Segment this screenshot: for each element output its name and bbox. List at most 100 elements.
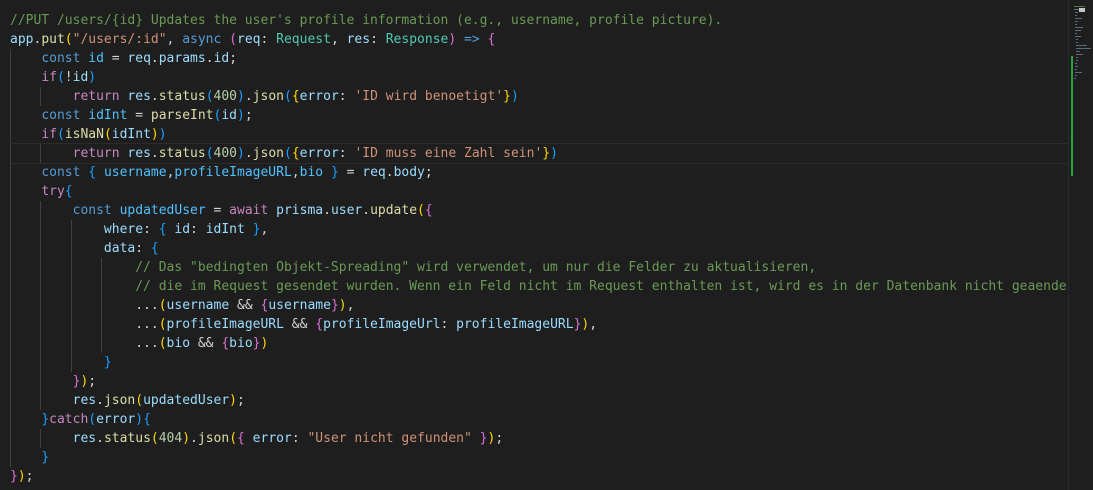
indent-guide [10,277,11,296]
code-token: = [127,108,151,123]
indent-guide [10,125,11,144]
code-token: username [166,298,230,313]
code-token: ! [64,70,73,85]
code-line[interactable]: // die im Request gesendet wurden. Wenn … [10,277,1068,296]
code-token: ... [10,336,159,351]
minimap-line [1076,51,1080,52]
code-token: . [190,431,198,446]
minimap-slider-mark[interactable] [1079,8,1085,12]
code-token: 400 [213,146,238,161]
code-line[interactable]: res.status(404).json({ error: "User nich… [10,429,1068,448]
code-token: Response [385,32,449,47]
code-token: . [362,203,371,218]
code-line[interactable]: if(isNaN(idInt)) [10,125,1068,144]
code-token: req [362,165,386,180]
code-token: body [393,165,425,180]
code-token: return [72,146,120,161]
code-line[interactable]: const id = req.params.id; [10,49,1068,68]
code-token: updatedUser [119,203,206,218]
minimap-line [1076,45,1087,46]
code-line[interactable]: const updatedUser = await prisma.user.up… [10,201,1068,220]
code-token: 404 [158,431,183,446]
code-line[interactable]: }catch(error){ [10,410,1068,429]
code-line[interactable]: data: { [10,239,1068,258]
minimap[interactable] [1068,0,1093,490]
code-token: ) [237,108,245,123]
code-line[interactable]: ...(bio && {bio}) [10,334,1068,353]
code-token: ( [158,336,167,351]
code-line[interactable]: const idInt = parseInt(id); [10,106,1068,125]
code-token: id [221,108,238,123]
indent-guide [101,334,103,353]
code-token: ... [10,298,159,313]
code-token: : [291,431,308,446]
code-token: 400 [213,89,238,104]
code-token: , [260,222,269,237]
code-line[interactable]: if(!id) [10,68,1068,87]
code-line[interactable]: app.put("/users/:id", async (req: Reques… [10,30,1068,49]
code-token: json [197,431,230,446]
code-token: params [158,51,206,66]
code-token: "User nicht gefunden" [307,431,472,446]
code-token: profileImageUrl [323,317,441,332]
code-editor[interactable]: //PUT /users/{id} Updates the user's pro… [0,0,1093,490]
code-token: ) [237,89,245,104]
code-token: } [10,469,18,484]
code-token: ) [158,127,167,142]
code-line[interactable]: } [10,448,1068,467]
code-token: ( [158,298,167,313]
minimap-line [1074,21,1078,22]
code-token: . [150,146,159,161]
code-line[interactable]: }); [10,372,1068,391]
code-line[interactable]: res.json(updatedUser); [10,391,1068,410]
code-token: update [370,203,418,218]
code-line[interactable]: where: { id: idInt }, [10,220,1068,239]
code-token: const [41,165,81,180]
code-line[interactable]: ...(profileImageURL && {profileImageUrl:… [10,315,1068,334]
code-area[interactable]: //PUT /users/{id} Updates the user's pro… [10,11,1068,486]
code-line[interactable]: } [10,353,1068,372]
code-token: status [103,431,151,446]
code-token: } [542,146,551,161]
code-line[interactable]: ...(username && {username}), [10,296,1068,315]
code-token: ( [283,89,292,104]
code-token: } [330,298,339,313]
code-token: error [96,412,136,427]
code-token: id [213,51,230,66]
code-line[interactable]: //PUT /users/{id} Updates the user's pro… [10,11,1068,30]
code-token: . [96,393,104,408]
minimap-line [1075,66,1078,67]
indent-guide [10,163,11,182]
code-line[interactable]: const { username,profileImageURL,bio } =… [10,163,1068,182]
code-line[interactable]: try{ [10,182,1068,201]
indent-guide [40,372,42,391]
code-token: . [244,89,253,104]
code-line[interactable]: return res.status(400).json({error: 'ID … [10,143,1068,164]
code-token: = [103,51,128,66]
code-token: idInt [111,127,151,142]
minimap-line [1076,48,1092,49]
code-line[interactable]: // Das "bedingten Objekt-Spreading" wird… [10,258,1068,277]
code-token: ) [229,393,237,408]
indent-guide [10,182,11,201]
code-token: { [487,32,496,47]
minimap-line [1075,39,1079,40]
code-token: ) [88,70,97,85]
code-token: req [127,51,151,66]
code-token: } [479,431,488,446]
minimap-line [1075,72,1082,73]
code-line[interactable]: }); [10,467,1068,486]
code-token: ( [229,32,237,47]
code-token: ) [135,412,144,427]
code-token: const [41,51,81,66]
code-line[interactable]: return res.status(400).json({error: 'ID … [10,87,1068,106]
code-token: } [41,412,50,427]
